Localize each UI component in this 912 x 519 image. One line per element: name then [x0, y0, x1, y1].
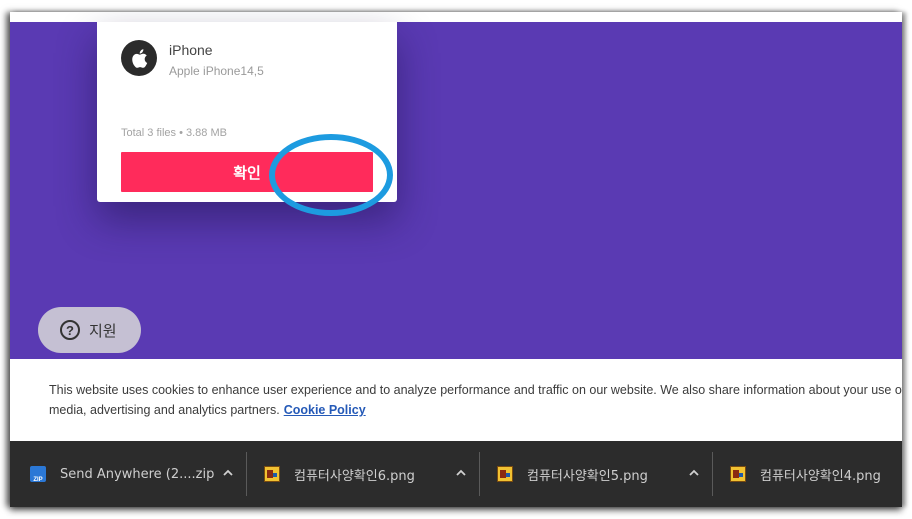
png-file-icon: [730, 466, 746, 482]
total-files-summary: Total 3 files • 3.88 MB: [121, 127, 227, 139]
chevron-up-icon[interactable]: [687, 466, 701, 480]
device-info: iPhone Apple iPhone14,5: [169, 42, 264, 78]
chevron-up-icon[interactable]: [454, 466, 468, 480]
help-circle-icon: ?: [60, 320, 80, 340]
download-filename: Send Anywhere (2....zip: [60, 466, 215, 482]
confirm-button[interactable]: 확인: [121, 152, 373, 192]
png-file-icon: [497, 466, 513, 482]
apple-icon: [121, 40, 157, 76]
download-item[interactable]: 컴퓨터사양확인5.png: [480, 452, 713, 496]
download-filename: 컴퓨터사양확인6.png: [294, 468, 415, 484]
top-strip: [10, 12, 902, 22]
cookie-text-line2: media, advertising and analytics partner…: [49, 400, 902, 420]
device-name: iPhone: [169, 42, 213, 58]
download-shelf: ZIP Send Anywhere (2....zip 컴퓨터사양확인6.png…: [10, 441, 902, 507]
chevron-up-icon[interactable]: [221, 466, 235, 480]
cookie-text-line1: This website uses cookies to enhance use…: [49, 383, 902, 397]
device-model: Apple iPhone14,5: [169, 64, 264, 78]
apple-logo-svg: [132, 48, 148, 68]
zip-file-icon: ZIP: [30, 466, 46, 483]
download-item[interactable]: ZIP Send Anywhere (2....zip: [10, 452, 247, 496]
png-file-icon: [264, 466, 280, 482]
download-filename: 컴퓨터사양확인4.png: [760, 468, 881, 484]
transfer-dialog: iPhone Apple iPhone14,5 Total 3 files • …: [97, 22, 397, 216]
download-filename: 컴퓨터사양확인5.png: [527, 468, 648, 484]
support-button[interactable]: ? 지원: [38, 307, 141, 353]
cookie-banner: This website uses cookies to enhance use…: [10, 359, 902, 441]
device-row: iPhone Apple iPhone14,5: [121, 40, 264, 78]
cookie-policy-link[interactable]: Cookie Policy: [284, 403, 366, 417]
download-item[interactable]: 컴퓨터사양확인6.png: [247, 452, 480, 496]
download-item[interactable]: 컴퓨터사양확인4.png: [713, 452, 902, 496]
app-window: iPhone Apple iPhone14,5 Total 3 files • …: [10, 12, 902, 507]
support-label: 지원: [89, 321, 117, 340]
cookie-text-line2-body: media, advertising and analytics partner…: [49, 403, 280, 417]
